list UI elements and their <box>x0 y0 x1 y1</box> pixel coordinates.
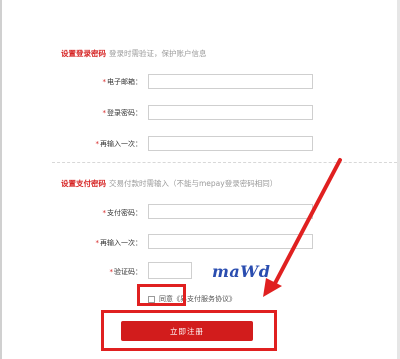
annotation-arrow-icon <box>263 158 342 297</box>
